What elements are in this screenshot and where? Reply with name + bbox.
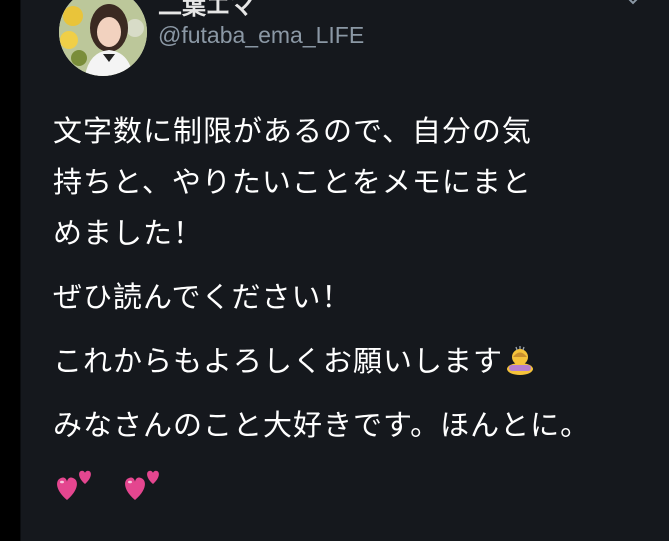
person-bowing-icon [507,346,534,375]
two-hearts-icon [125,470,160,500]
text-line: めました！ [53,216,204,250]
tweet-header: 二葉エマ @futaba_ema_LIFE [158,0,558,60]
tweet-paragraph-4: みなさんのこと大好きです。ほんとに。 [53,408,591,442]
text-line: これからもよろしくお願いします [53,344,504,378]
user-handle[interactable]: @futaba_ema_LIFE [158,22,364,49]
tweet-text: 文字数に制限があるので、自分の気 持ちと、やりたいことをメモにまと めました！ … [53,106,653,515]
tweet-paragraph-3: これからもよろしくお願いします [53,336,653,387]
text-line: 持ちと、やりたいことをメモにまと [53,165,532,199]
avatar-image [59,0,147,76]
tweet-paragraph-5 [53,464,653,515]
tweet-paragraph-2: ぜひ読んでください！ [53,280,352,314]
display-name[interactable]: 二葉エマ [158,0,254,21]
text-line: 文字数に制限があるので、自分の気 [53,114,532,148]
tweet-paragraph-1: 文字数に制限があるので、自分の気 持ちと、やりたいことをメモにまと めました！ [53,106,653,259]
avatar[interactable] [59,0,147,76]
tweet-card: 二葉エマ @futaba_ema_LIFE 文字数に制限があるので、自分の気 持… [20,0,669,541]
chevron-down-icon[interactable] [625,0,641,8]
two-hearts-icon [57,470,91,500]
screenshot-frame: 二葉エマ @futaba_ema_LIFE 文字数に制限があるので、自分の気 持… [0,0,669,541]
